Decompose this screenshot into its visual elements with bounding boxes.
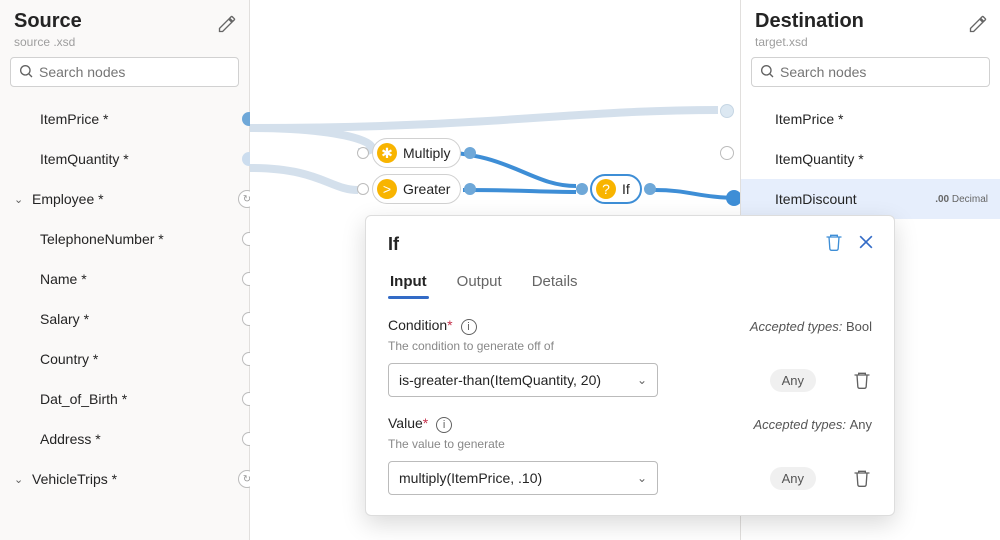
source-tree: ItemPrice * ItemQuantity * ⌄Employee *↻ … — [0, 95, 249, 503]
tree-item-label: ItemQuantity * — [775, 151, 864, 167]
dest-item-itemquantity[interactable]: ItemQuantity * — [741, 139, 1000, 179]
popup-title: If — [388, 234, 872, 255]
tree-item-label: Country * — [40, 351, 98, 367]
dest-item-itemprice[interactable]: ItemPrice * — [741, 99, 1000, 139]
node-label: If — [622, 181, 630, 197]
destination-title: Destination — [755, 10, 986, 33]
if-badge-icon: ? — [596, 179, 616, 199]
destination-header: Destination target.xsd — [741, 0, 1000, 57]
tree-item-vehicletrips[interactable]: ⌄VehicleTrips *↻ — [0, 459, 249, 499]
value-select[interactable]: multiply(ItemPrice, .10) ⌄ — [388, 461, 658, 495]
tree-item-salary[interactable]: Salary * — [0, 299, 249, 339]
tree-item-name[interactable]: Name * — [0, 259, 249, 299]
info-icon[interactable]: i — [461, 319, 477, 335]
node-port-out[interactable] — [464, 147, 476, 159]
tree-item-itemquantity[interactable]: ItemQuantity * — [0, 139, 249, 179]
chevron-down-icon: ⌄ — [637, 471, 647, 485]
source-panel: Source source .xsd ItemPrice * ItemQuant… — [0, 0, 250, 540]
chevron-down-icon: ⌄ — [637, 373, 647, 387]
condition-select[interactable]: is-greater-than(ItemQuantity, 20) ⌄ — [388, 363, 658, 397]
node-label: Multiply — [403, 145, 450, 161]
tree-item-label: ItemQuantity * — [40, 151, 129, 167]
condition-value: is-greater-than(ItemQuantity, 20) — [399, 372, 601, 388]
chevron-down-icon: ⌄ — [14, 473, 28, 486]
search-icon — [18, 63, 34, 79]
condition-field: Condition* i Accepted types: Bool The co… — [388, 317, 872, 397]
source-search-input[interactable] — [10, 57, 239, 87]
source-header: Source source .xsd — [0, 0, 249, 57]
node-port-in[interactable] — [357, 183, 369, 195]
value-label: Value* i — [388, 415, 452, 433]
tree-item-label: Employee * — [32, 191, 104, 207]
tree-item-country[interactable]: Country * — [0, 339, 249, 379]
destination-search-input[interactable] — [751, 57, 990, 87]
node-multiply[interactable]: ✱ Multiply — [372, 138, 461, 168]
value-value: multiply(ItemPrice, .10) — [399, 470, 542, 486]
tree-item-itemprice[interactable]: ItemPrice * — [0, 99, 249, 139]
close-popup-icon[interactable] — [856, 232, 876, 252]
dest-type-label: .00 Decimal — [935, 194, 988, 205]
tree-item-label: Dat_of_Birth * — [40, 391, 127, 407]
value-field: Value* i Accepted types: Any The value t… — [388, 415, 872, 495]
node-properties-popup: If Input Output Details Condition* i Acc… — [365, 215, 895, 516]
condition-label: Condition* i — [388, 317, 477, 335]
node-greater[interactable]: > Greater — [372, 174, 461, 204]
value-type-pill: Any — [770, 467, 816, 490]
delete-condition-icon[interactable] — [852, 370, 872, 390]
tree-item-label: Address * — [40, 431, 101, 447]
destination-search-wrap — [741, 57, 1000, 95]
info-icon[interactable]: i — [436, 417, 452, 433]
condition-hint: The condition to generate off of — [388, 339, 872, 353]
source-title: Source — [14, 10, 235, 33]
delete-node-icon[interactable] — [824, 232, 844, 252]
condition-type-pill: Any — [770, 369, 816, 392]
node-port-out[interactable] — [644, 183, 656, 195]
value-accepted: Accepted types: Any — [753, 417, 872, 432]
delete-value-icon[interactable] — [852, 468, 872, 488]
destination-tree: ItemPrice * ItemQuantity * ItemDiscount … — [741, 95, 1000, 223]
edit-source-icon[interactable] — [217, 14, 237, 34]
destination-file: target.xsd — [755, 35, 986, 49]
node-label: Greater — [403, 181, 450, 197]
node-port-in[interactable] — [576, 183, 588, 195]
tree-item-label: ItemPrice * — [775, 111, 843, 127]
search-icon — [759, 63, 775, 79]
condition-accepted: Accepted types: Bool — [750, 319, 872, 334]
tab-input[interactable]: Input — [388, 267, 429, 298]
tab-details[interactable]: Details — [530, 267, 580, 298]
tree-item-label: VehicleTrips * — [32, 471, 117, 487]
tab-output[interactable]: Output — [455, 267, 504, 298]
tree-item-address[interactable]: Address * — [0, 419, 249, 459]
source-search-wrap — [0, 57, 249, 95]
tree-item-label: Name * — [40, 271, 87, 287]
tree-item-dob[interactable]: Dat_of_Birth * — [0, 379, 249, 419]
tree-item-label: ItemDiscount — [775, 191, 857, 207]
node-port-out[interactable] — [464, 183, 476, 195]
dest-item-itemdiscount[interactable]: ItemDiscount .00 Decimal — [741, 179, 1000, 219]
edit-destination-icon[interactable] — [968, 14, 988, 34]
greater-badge-icon: > — [377, 179, 397, 199]
node-port-in[interactable] — [357, 147, 369, 159]
node-if[interactable]: ? If — [590, 174, 642, 204]
tree-item-label: ItemPrice * — [40, 111, 108, 127]
tree-item-label: TelephoneNumber * — [40, 231, 164, 247]
chevron-down-icon: ⌄ — [14, 193, 28, 206]
tree-item-telephone[interactable]: TelephoneNumber * — [0, 219, 249, 259]
value-hint: The value to generate — [388, 437, 872, 451]
popup-tabs: Input Output Details — [388, 267, 872, 299]
source-file: source .xsd — [14, 35, 235, 49]
tree-item-label: Salary * — [40, 311, 89, 327]
multiply-badge-icon: ✱ — [377, 143, 397, 163]
tree-item-employee[interactable]: ⌄Employee *↻ — [0, 179, 249, 219]
dest-port-icon[interactable] — [720, 146, 734, 160]
dest-port-icon[interactable] — [720, 104, 734, 118]
